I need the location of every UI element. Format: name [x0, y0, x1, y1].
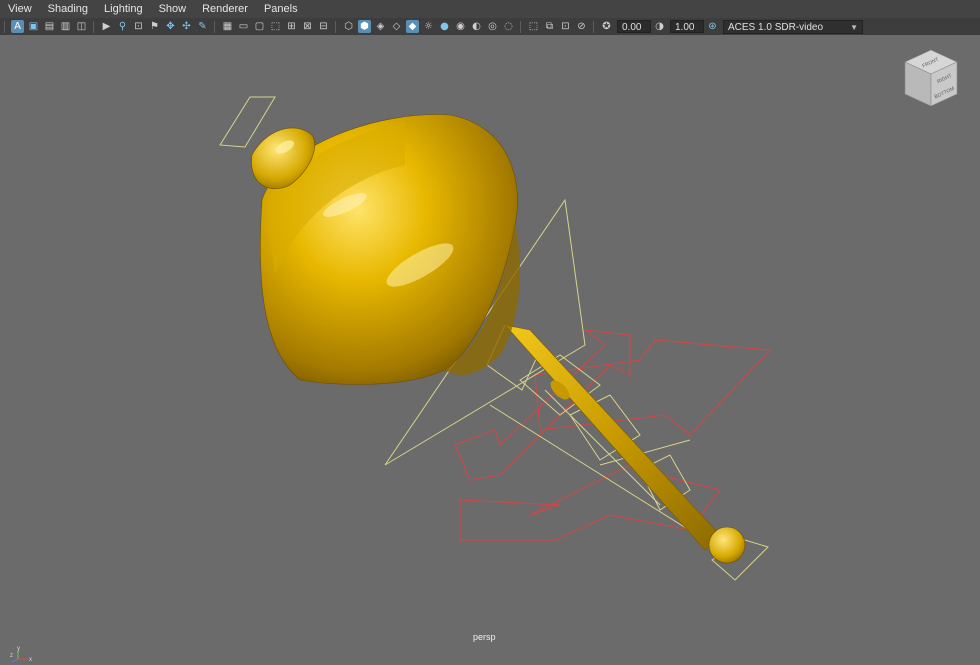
2d-pan-zoom-icon[interactable]: ✥: [164, 20, 177, 33]
3d-viewport[interactable]: FRONT RIGHT BOTTOM y z x: [0, 35, 980, 663]
safe-title-icon[interactable]: ⊟: [317, 20, 330, 33]
lock-camera-icon[interactable]: ⚲: [116, 20, 129, 33]
isolate-select-icon[interactable]: ⬚: [527, 20, 540, 33]
viewport-toolbar: A ▣ ▤ ▥ ◫ ▶ ⚲ ⊡ ⚑ ✥ ✣ ✎ ▦ ▭ ▢ ⬚ ⊞ ⊠ ⊟ ⬡ …: [0, 18, 980, 46]
menu-lighting[interactable]: Lighting: [96, 0, 151, 18]
camera-attributes-icon[interactable]: ▣: [27, 20, 40, 33]
wireframe-on-shaded-icon[interactable]: ◈: [374, 20, 387, 33]
shadows-icon[interactable]: ●: [438, 20, 451, 33]
light-bulb-icon[interactable]: ☼: [422, 20, 435, 33]
multisample-aa-icon[interactable]: ◎: [486, 20, 499, 33]
use-all-lights-icon[interactable]: ◆: [406, 20, 419, 33]
grid-icon[interactable]: ▦: [221, 20, 234, 33]
menu-panels[interactable]: Panels: [256, 0, 306, 18]
textured-icon[interactable]: ◇: [390, 20, 403, 33]
gamma-icon[interactable]: ✪: [600, 20, 613, 33]
grease-pencil-icon[interactable]: ✎: [196, 20, 209, 33]
toolbar-separator: [214, 20, 215, 33]
mace-model[interactable]: [251, 114, 746, 564]
bookmarks-icon[interactable]: ▤: [43, 20, 56, 33]
color-management-icon[interactable]: ⊛: [706, 20, 719, 33]
camera-bookmark-icon[interactable]: ⊡: [132, 20, 145, 33]
field-chart-icon[interactable]: ⊞: [285, 20, 298, 33]
gate-mask-icon[interactable]: ⬚: [269, 20, 282, 33]
axis-z-label: z: [10, 653, 13, 659]
axis-y-label: y: [17, 646, 20, 652]
exposure-field[interactable]: 1.00: [670, 20, 704, 33]
film-gate-icon[interactable]: ▭: [237, 20, 250, 33]
bookmark-flag-icon[interactable]: ⚑: [148, 20, 161, 33]
pan-icon[interactable]: ✣: [180, 20, 193, 33]
menu-renderer[interactable]: Renderer: [194, 0, 256, 18]
menu-view[interactable]: View: [0, 0, 40, 18]
resolution-gate-icon[interactable]: ▢: [253, 20, 266, 33]
menu-shading[interactable]: Shading: [40, 0, 96, 18]
screen-space-ao-icon[interactable]: ◉: [454, 20, 467, 33]
toolbar-separator: [520, 20, 521, 33]
axis-x-label: x: [29, 657, 32, 663]
toolbar-separator: [335, 20, 336, 33]
colorspace-value: ACES 1.0 SDR-video (sRGB): [728, 21, 824, 46]
camera-name-label: persp: [473, 632, 496, 642]
select-camera-icon[interactable]: A: [11, 20, 24, 33]
depth-of-field-icon[interactable]: ◌: [502, 20, 515, 33]
smooth-shade-icon[interactable]: ⬢: [358, 20, 371, 33]
gamma-field[interactable]: 0.00: [617, 20, 651, 33]
exposure-icon[interactable]: ◑: [653, 20, 666, 33]
menu-show[interactable]: Show: [151, 0, 195, 18]
camera-icon[interactable]: ▶: [100, 20, 113, 33]
toolbar-handle: [4, 20, 5, 33]
xray-icon[interactable]: ⧉: [543, 20, 556, 33]
image-plane-2-icon[interactable]: ◫: [75, 20, 88, 33]
toolbar-separator: [593, 20, 594, 33]
safe-action-icon[interactable]: ⊠: [301, 20, 314, 33]
viewport-menu-bar: View Shading Lighting Show Renderer Pane…: [0, 0, 980, 18]
axis-indicator: y z x: [10, 646, 32, 663]
wireframe-icon[interactable]: ⬡: [342, 20, 355, 33]
colorspace-dropdown[interactable]: ACES 1.0 SDR-video (sRGB) ▼: [723, 19, 863, 46]
image-plane-icon[interactable]: ▥: [59, 20, 72, 33]
view-cube[interactable]: FRONT RIGHT BOTTOM: [904, 49, 958, 107]
xray-active-components-icon[interactable]: ⊘: [575, 20, 588, 33]
xray-joints-icon[interactable]: ⊡: [559, 20, 572, 33]
toolbar-separator: [93, 20, 94, 33]
motion-blur-icon[interactable]: ◐: [470, 20, 483, 33]
chevron-down-icon: ▼: [850, 22, 858, 32]
scene-canvas[interactable]: FRONT RIGHT BOTTOM: [0, 35, 980, 650]
mace-pommel: [708, 526, 746, 564]
